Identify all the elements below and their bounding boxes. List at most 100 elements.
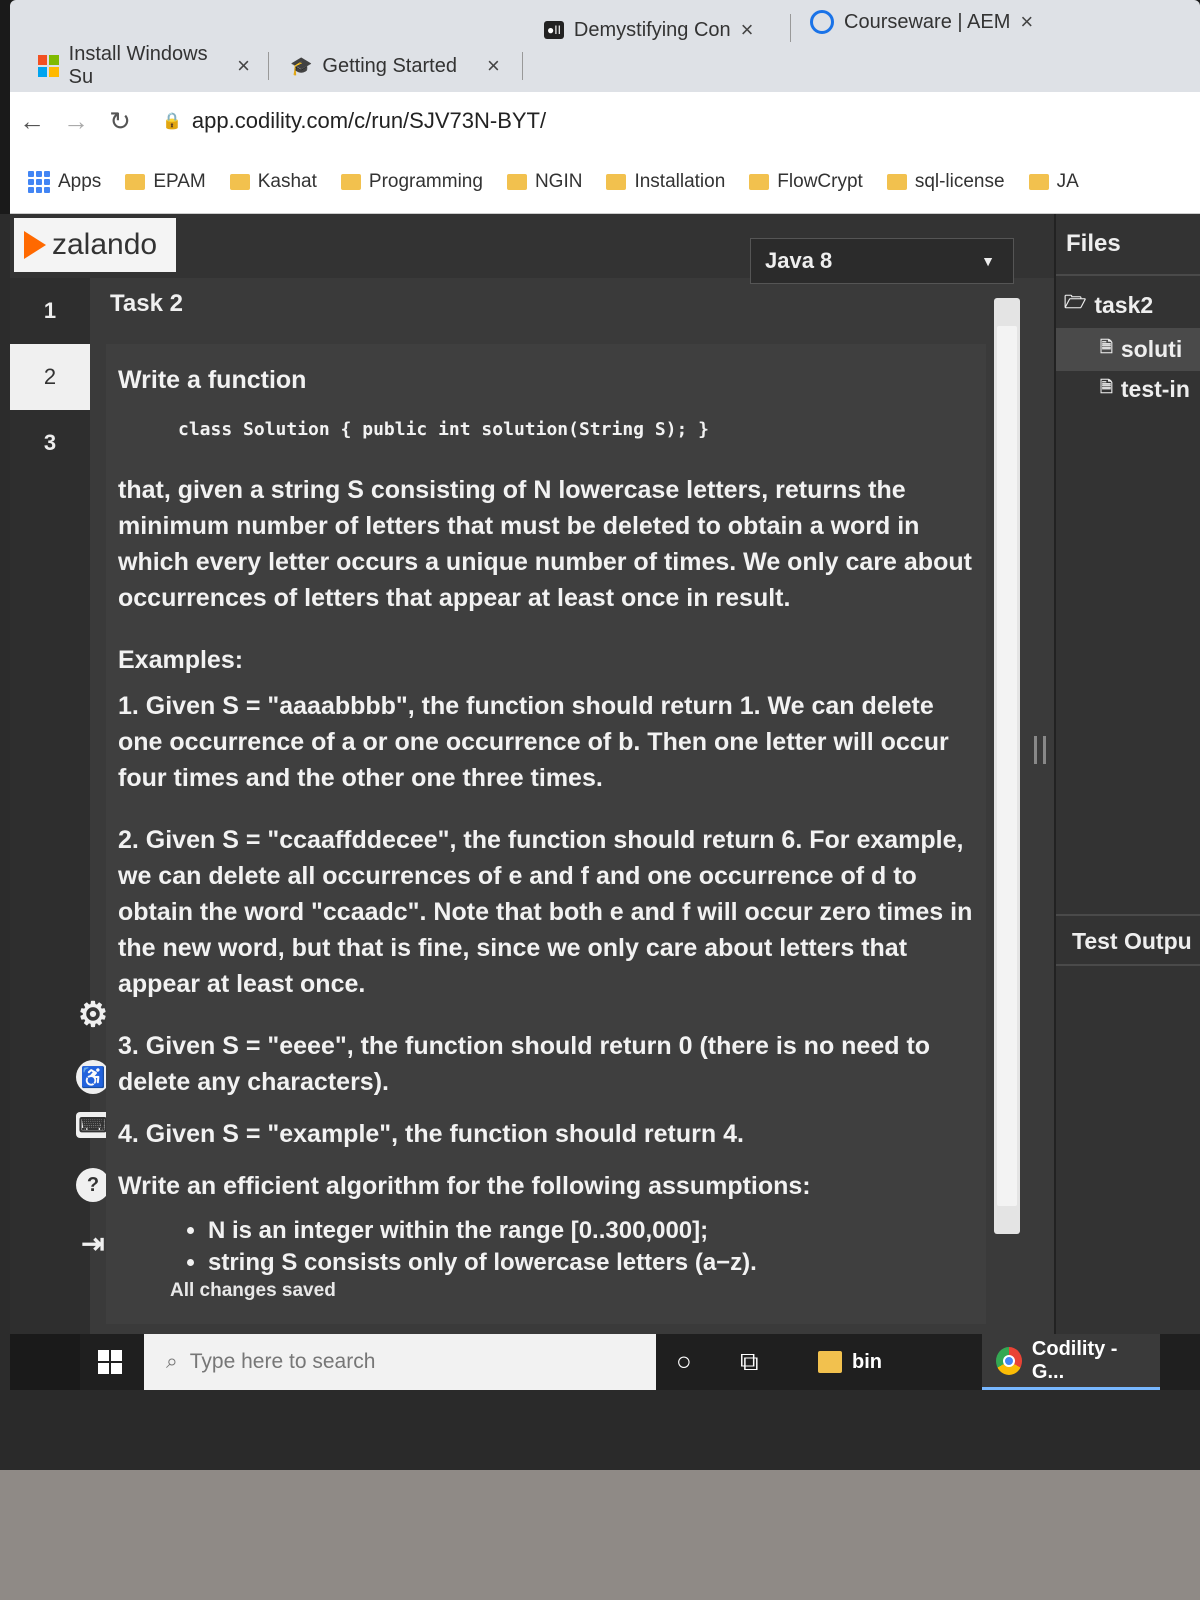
chrome-icon — [996, 1346, 1022, 1375]
assumption-item: string S consists only of lowercase lett… — [208, 1248, 976, 1278]
tab-courseware[interactable]: Courseware | AEM × — [796, 0, 1056, 48]
task-description: Write a function class Solution { public… — [106, 344, 986, 1324]
url-text: app.codility.com/c/run/SJV73N-BYT/ — [191, 108, 547, 133]
folder-icon — [818, 1351, 842, 1373]
taskbar-search-box[interactable]: ⌕ Type here to search — [144, 1334, 656, 1390]
task-nav-item-3[interactable]: 3 — [10, 410, 90, 476]
taskbar-app-label: Codility - G... — [1031, 1337, 1118, 1383]
windows-logo-icon — [38, 55, 59, 77]
task-nav-item-2[interactable]: 2 — [10, 344, 90, 410]
file-solution[interactable]: 🗎 soluti — [1056, 328, 1200, 371]
assumptions-list: N is an integer within the range [0..300… — [208, 1216, 976, 1278]
help-icon[interactable]: ? — [76, 1168, 110, 1202]
settings-gear-icon[interactable]: ⚙ — [76, 996, 110, 1034]
task-number: 3 — [43, 430, 57, 455]
accessibility-icon[interactable]: ♿ — [76, 1060, 110, 1094]
play-triangle-icon — [24, 231, 46, 259]
folder-icon — [1028, 173, 1049, 190]
bookmarks-bar: Apps EPAM Kashat Programming NGIN Instal… — [10, 150, 1200, 214]
tab-separator — [790, 14, 791, 42]
bookmark-label: JA — [1056, 170, 1079, 192]
tab-demystifying[interactable]: ●II Demystifying Con × — [530, 4, 786, 56]
address-bar: ← → ↻ 🔒 app.codility.com/c/run/SJV73N-BY… — [10, 92, 1200, 150]
language-select[interactable]: Java 8 ▼ — [750, 238, 1014, 284]
bookmark-label: Apps — [58, 170, 102, 192]
tab-separator — [268, 52, 269, 80]
scrollbar-thumb[interactable] — [997, 326, 1017, 1206]
bookmark-installation[interactable]: Installation — [606, 171, 725, 193]
forward-arrow-icon[interactable]: → — [54, 106, 98, 137]
file-label: test-in — [1120, 376, 1190, 402]
bookmark-apps[interactable]: Apps — [28, 170, 102, 193]
bookmark-label: Programming — [368, 170, 483, 192]
files-panel: Files 🗁 task2 🗎 soluti 🗎 test-in Test Ou… — [1054, 214, 1200, 1334]
cortana-icon[interactable]: ○ — [676, 1346, 692, 1377]
task-view-icon[interactable]: ⧉ — [740, 1346, 759, 1378]
panel-resize-handle[interactable] — [1034, 736, 1046, 764]
taskbar-app-bin[interactable]: bin — [804, 1334, 896, 1390]
tab-getting-started[interactable]: 🎓 Getting Started × — [276, 40, 516, 92]
save-status: All changes saved — [170, 1280, 336, 1301]
code-signature: class Solution { public int solution(Str… — [178, 419, 710, 440]
description-scrollbar[interactable] — [994, 298, 1020, 1234]
tab-title: Install Windows Su — [68, 43, 208, 88]
file-label: soluti — [1120, 336, 1183, 362]
search-icon: ⌕ — [166, 1350, 178, 1373]
url-field[interactable]: 🔒 app.codility.com/c/run/SJV73N-BYT/ — [162, 108, 546, 134]
close-icon[interactable]: × — [487, 53, 500, 79]
assumption-item: N is an integer within the range [0..300… — [208, 1216, 976, 1246]
folder-icon — [229, 173, 250, 190]
examples-heading: Examples: — [118, 646, 244, 674]
example-2: 2. Given S = "ccaaffddecee", the functio… — [118, 826, 973, 998]
bookmark-sql-license[interactable]: sql-license — [886, 170, 1005, 193]
example-1: 1. Given S = "aaaabbbb", the function sh… — [118, 692, 949, 792]
exit-icon[interactable]: ⇥ — [76, 1226, 110, 1260]
bookmark-flowcrypt[interactable]: FlowCrypt — [749, 171, 863, 193]
zalando-logo[interactable]: zalando — [14, 218, 176, 272]
keyboard-icon[interactable]: ⌨ — [76, 1112, 110, 1138]
folder-icon — [506, 173, 527, 190]
task-title: Task 2 — [110, 290, 183, 317]
bookmark-epam[interactable]: EPAM — [125, 171, 206, 193]
bookmark-label: Installation — [634, 170, 726, 192]
example-3: 3. Given S = "eeee", the function should… — [118, 1032, 931, 1096]
tab-title: Courseware | AEM — [844, 10, 1011, 33]
folder-task2[interactable]: 🗁 task2 — [1064, 290, 1153, 320]
bookmark-kashat[interactable]: Kashat — [229, 170, 317, 193]
close-icon[interactable]: × — [741, 17, 754, 43]
file-test-input[interactable]: 🗎 test-in — [1100, 376, 1190, 403]
bookmark-label: Kashat — [257, 170, 317, 192]
apps-grid-icon — [28, 170, 50, 193]
folder-icon — [886, 173, 907, 190]
files-title: Files — [1066, 230, 1121, 257]
close-icon[interactable]: × — [1020, 9, 1033, 35]
description-intro: that, given a string S consisting of N l… — [118, 476, 972, 612]
close-icon[interactable]: × — [237, 53, 250, 79]
windows-start-icon[interactable] — [98, 1350, 122, 1374]
bookmark-label: FlowCrypt — [777, 170, 863, 192]
bookmark-programming[interactable]: Programming — [340, 170, 483, 193]
task-number: 2 — [43, 364, 57, 389]
example-4: 4. Given S = "example", the function sho… — [118, 1120, 744, 1148]
tab-install-windows[interactable]: Install Windows Su × — [24, 40, 264, 92]
assumptions-heading: Write an efficient algorithm for the fol… — [118, 1172, 811, 1200]
bookmark-label: sql-license — [914, 170, 1005, 192]
folder-icon — [340, 173, 361, 190]
tab-separator — [522, 52, 523, 80]
folder-icon — [606, 173, 627, 190]
language-value: Java 8 — [765, 248, 833, 273]
divider — [1056, 274, 1200, 276]
lock-icon: 🔒 — [162, 113, 182, 130]
task-nav-item-1[interactable]: 1 — [10, 278, 90, 344]
reload-icon[interactable]: ↻ — [98, 106, 142, 137]
logo-text: zalando — [52, 228, 158, 261]
bookmark-ngin[interactable]: NGIN — [506, 171, 582, 193]
codility-app: zalando Java 8 ▼ 1 2 3 ⚙ ♿ ⌨ ? ⇥ Task 2 … — [10, 214, 1200, 1334]
back-arrow-icon[interactable]: ← — [10, 106, 54, 137]
test-output-title: Test Outpu — [1072, 928, 1192, 954]
folder-label: task2 — [1094, 291, 1154, 318]
bookmark-ja[interactable]: JA — [1028, 170, 1079, 193]
browser-tab-bar: Install Windows Su × 🎓 Getting Started ×… — [10, 0, 1200, 92]
divider — [1056, 964, 1200, 966]
taskbar-app-chrome[interactable]: Codility - G... — [982, 1334, 1160, 1390]
